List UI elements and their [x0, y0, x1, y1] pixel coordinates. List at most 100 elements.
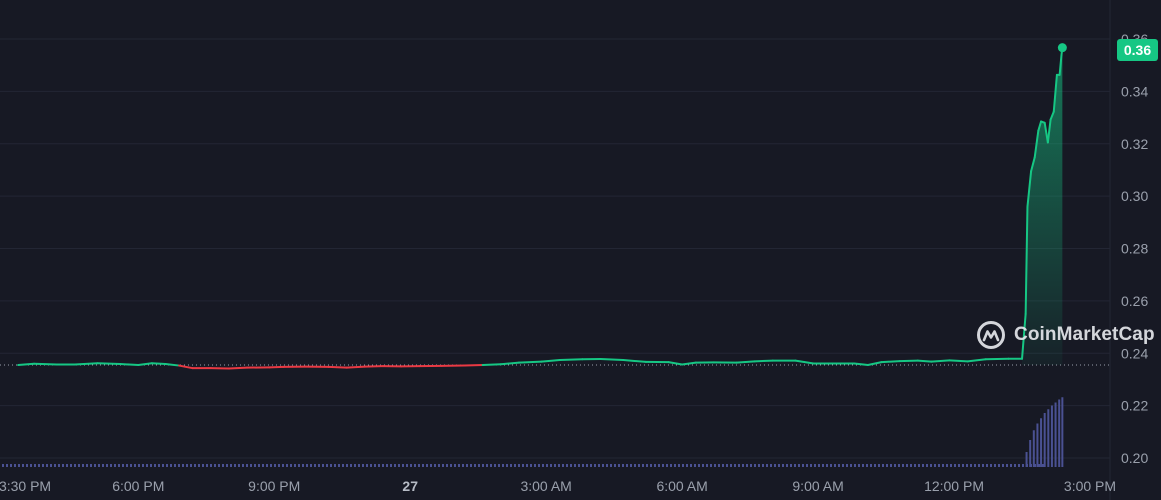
volume-bar — [934, 464, 936, 467]
volume-bar — [582, 464, 584, 467]
volume-bar — [262, 464, 264, 467]
brand-name: CoinMarketCap — [1014, 324, 1155, 345]
volume-bar — [98, 464, 100, 467]
volume-bar — [338, 464, 340, 467]
volume-bar — [414, 464, 416, 467]
current-price-point — [1057, 43, 1067, 53]
volume-bar — [430, 464, 432, 467]
volume-bar — [450, 464, 452, 467]
volume-bar — [914, 464, 916, 467]
volume-bar — [814, 464, 816, 467]
volume-bar — [410, 464, 412, 467]
x-tick-label: 9:00 AM — [792, 478, 843, 494]
x-tick-label: 3:00 AM — [520, 478, 571, 494]
volume-bar — [426, 464, 428, 467]
volume-bar — [986, 464, 988, 467]
price-line-segment — [916, 359, 933, 363]
volume-bar — [18, 464, 20, 467]
volume-bar — [874, 464, 876, 467]
volume-bar — [890, 464, 892, 467]
volume-bar — [362, 464, 364, 467]
price-chart-svg[interactable]: 0.200.220.240.260.280.300.320.340.363:30… — [0, 0, 1161, 500]
coinmarketcap-watermark: CoinMarketCap — [976, 318, 1155, 352]
volume-bar — [606, 464, 608, 467]
price-line-segment — [866, 361, 883, 367]
volume-bar — [506, 464, 508, 467]
volume-bar — [1054, 402, 1057, 467]
volume-bar — [366, 464, 368, 467]
price-line-segment — [363, 365, 385, 368]
volume-bar — [226, 464, 228, 467]
volume-bar — [150, 464, 152, 467]
y-tick-label: 0.22 — [1121, 398, 1148, 414]
volume-bar — [970, 464, 972, 467]
volume-bar — [42, 464, 44, 467]
price-line-segment — [898, 359, 919, 363]
volume-bar — [90, 464, 92, 467]
volume-bar — [810, 464, 812, 467]
volume-bar — [590, 464, 592, 467]
volume-bar — [234, 464, 236, 467]
volume-bar — [510, 464, 512, 467]
volume-bar — [250, 464, 252, 467]
volume-bar — [278, 464, 280, 467]
volume-bar — [886, 464, 888, 467]
price-line-segment — [17, 362, 36, 367]
volume-bar — [554, 464, 556, 467]
volume-bar — [190, 464, 192, 467]
volume-bar — [878, 464, 880, 467]
volume-bar — [706, 464, 708, 467]
volume-bar — [1050, 405, 1053, 467]
volume-bar — [334, 464, 336, 467]
volume-bar — [950, 464, 952, 467]
price-line-segment — [667, 361, 684, 366]
y-tick-label: 0.20 — [1121, 450, 1148, 466]
volume-bar — [186, 464, 188, 467]
volume-bar — [798, 464, 800, 467]
x-tick-label: 6:00 AM — [656, 478, 707, 494]
price-line-segment — [540, 359, 561, 363]
volume-bar — [326, 464, 328, 467]
y-tick-label: 0.28 — [1121, 241, 1148, 257]
volume-bar — [774, 464, 776, 467]
volume-bar — [698, 464, 700, 467]
volume-bar — [406, 464, 408, 467]
price-line-segment — [984, 357, 1010, 361]
volume-bar — [558, 464, 560, 467]
volume-bar — [34, 464, 36, 467]
volume-bar — [482, 464, 484, 467]
volume-bar — [170, 464, 172, 467]
x-tick-label: 27 — [402, 478, 418, 494]
volume-bar — [862, 464, 864, 467]
volume-bar — [46, 464, 48, 467]
volume-bar — [750, 464, 752, 467]
volume-bar — [82, 464, 84, 467]
volume-bar — [94, 464, 96, 467]
x-tick-label: 9:00 PM — [248, 478, 300, 494]
volume-bar — [838, 464, 840, 467]
volume-bar — [562, 464, 564, 467]
volume-bar — [610, 464, 612, 467]
volume-bar — [418, 464, 420, 467]
volume-bar — [1058, 399, 1061, 467]
volume-bar — [818, 464, 820, 467]
volume-bar — [222, 464, 224, 467]
volume-bar — [54, 464, 56, 467]
volume-bar — [538, 464, 540, 467]
volume-bar — [902, 464, 904, 467]
volume-bar — [770, 464, 772, 467]
volume-bar — [474, 464, 476, 467]
volume-bar — [866, 464, 868, 467]
volume-bar — [1036, 423, 1039, 467]
volume-bar — [978, 464, 980, 467]
volume-bar — [102, 464, 104, 467]
price-chart[interactable]: 0.200.220.240.260.280.300.320.340.363:30… — [0, 0, 1161, 500]
volume-bar — [342, 464, 344, 467]
volume-bar — [1022, 464, 1024, 467]
volume-bar — [674, 464, 676, 467]
volume-bar — [594, 464, 596, 467]
volume-bar — [458, 464, 460, 467]
volume-bar — [1043, 413, 1046, 467]
volume-bar — [146, 464, 148, 467]
volume-bar — [574, 464, 576, 467]
